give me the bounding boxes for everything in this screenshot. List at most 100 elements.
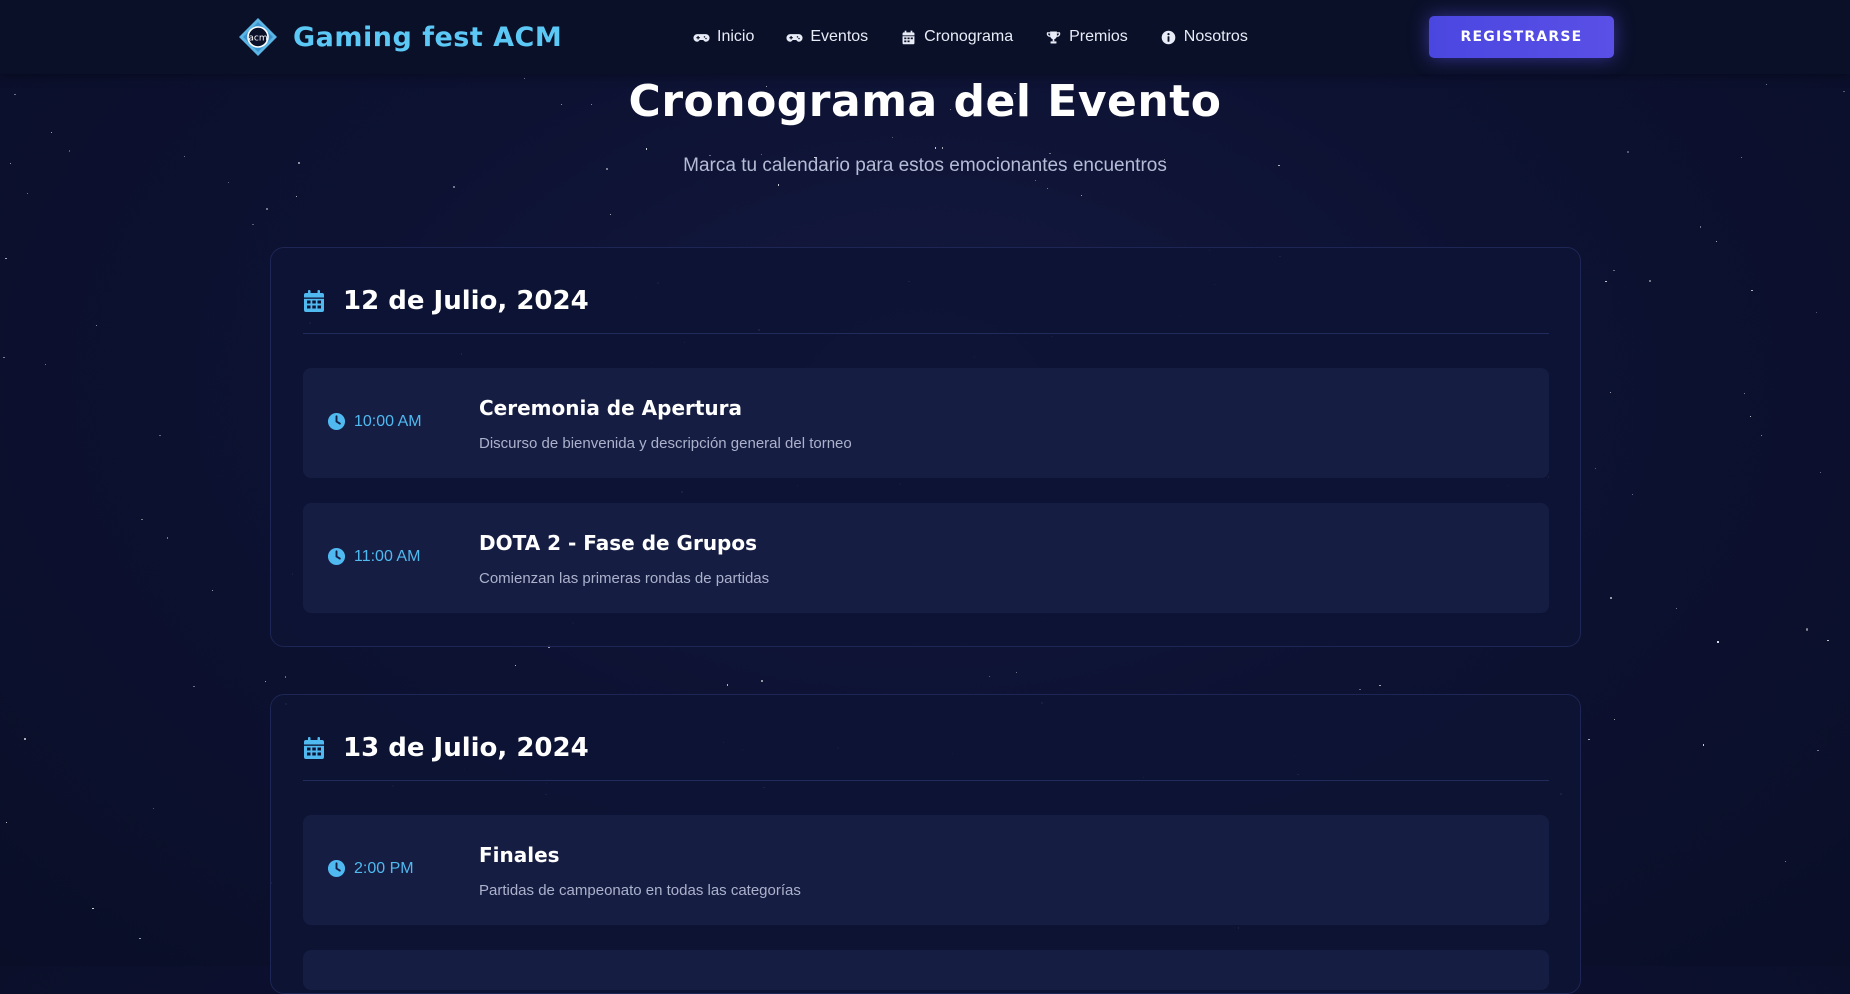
acm-logo-icon: acm <box>239 18 277 56</box>
star <box>295 196 297 198</box>
brand[interactable]: acm Gaming fest ACM <box>237 16 562 58</box>
star <box>1015 671 1018 674</box>
star <box>1080 194 1082 196</box>
event-title: DOTA 2 - Fase de Grupos <box>479 531 758 555</box>
event-time-label: 11:00 AM <box>354 547 421 565</box>
star <box>1717 641 1719 643</box>
nav-link-nosotros[interactable]: Nosotros <box>1160 28 1248 46</box>
star <box>167 537 169 539</box>
star <box>1827 639 1829 641</box>
star <box>1702 744 1705 746</box>
star <box>5 258 7 260</box>
star <box>141 518 143 520</box>
star <box>50 131 53 133</box>
star <box>1649 280 1651 282</box>
calendar-icon <box>304 290 324 312</box>
star <box>1785 861 1787 863</box>
star <box>193 685 195 687</box>
divider <box>303 780 1549 781</box>
star <box>1715 241 1717 243</box>
nav-link-label: Cronograma <box>924 28 1014 45</box>
nav-link-inicio[interactable]: Inicio <box>693 28 754 46</box>
event-item-partial[interactable] <box>303 950 1549 990</box>
star <box>726 684 728 686</box>
star <box>1817 750 1819 752</box>
nav-link-label: Nosotros <box>1183 28 1248 45</box>
star <box>1614 719 1616 721</box>
star <box>1610 597 1612 599</box>
star <box>44 364 46 366</box>
trophy-icon <box>1046 31 1061 43</box>
star <box>761 680 764 683</box>
logo-text: acm <box>248 34 267 44</box>
nav-link-label: Eventos <box>810 28 869 45</box>
star <box>934 147 937 149</box>
day-card: 13 de Julio, 2024 2:00 PM Finales Partid… <box>270 694 1581 994</box>
star <box>1609 391 1612 393</box>
star <box>284 676 286 678</box>
star <box>1594 468 1597 470</box>
nav-links: Inicio Eventos Cronograma Premios Nosotr… <box>693 24 1280 50</box>
event-time: 10:00 AM <box>327 412 422 431</box>
clock-icon <box>327 859 346 878</box>
star <box>778 184 780 186</box>
star <box>646 148 648 150</box>
star <box>1699 226 1701 228</box>
event-title: Finales <box>479 843 560 867</box>
event-description: Comienzan las primeras rondas de partida… <box>479 570 770 587</box>
nav-link-cronograma[interactable]: Cronograma <box>900 28 1013 46</box>
star <box>1035 180 1037 182</box>
star <box>1750 415 1752 418</box>
star <box>212 589 214 592</box>
page-subtitle: Marca tu calendario para estos emocionan… <box>683 155 1167 176</box>
event-time-label: 2:00 PM <box>354 859 414 877</box>
nav-link-label: Inicio <box>717 28 755 45</box>
divider <box>303 333 1549 334</box>
navbar: acm Gaming fest ACM Inicio Eventos Crono… <box>0 0 1850 74</box>
star <box>1626 151 1629 154</box>
star <box>265 208 268 211</box>
star <box>1605 281 1607 283</box>
star <box>1046 187 1049 189</box>
event-description: Discurso de bienvenida y descripción gen… <box>479 435 852 452</box>
star <box>942 147 944 149</box>
event-time: 11:00 AM <box>327 547 420 566</box>
star <box>891 136 893 138</box>
nav-link-eventos[interactable]: Eventos <box>786 28 868 46</box>
event-time-label: 10:00 AM <box>354 412 422 430</box>
event-item[interactable]: 2:00 PM Finales Partidas de campeonato e… <box>303 815 1549 925</box>
star <box>27 192 29 195</box>
star <box>1675 607 1677 609</box>
gamepad-icon <box>786 33 803 42</box>
star <box>452 185 456 189</box>
event-time: 2:00 PM <box>327 859 414 878</box>
star <box>1806 628 1809 631</box>
star <box>1588 738 1590 740</box>
calendar-icon <box>902 30 915 44</box>
star <box>159 434 161 436</box>
day-card: 12 de Julio, 2024 10:00 AM Ceremonia de … <box>270 247 1581 647</box>
star <box>1632 494 1634 496</box>
register-button[interactable]: REGISTRARSE <box>1429 16 1614 58</box>
star <box>1379 685 1381 687</box>
clock-icon <box>327 412 346 431</box>
brand-name: Gaming fest ACM <box>293 21 563 53</box>
event-item[interactable]: 10:00 AM Ceremonia de Apertura Discurso … <box>303 368 1549 478</box>
info-icon <box>1161 30 1176 44</box>
page-title: Cronograma del Evento <box>628 76 1222 127</box>
clock-icon <box>327 547 346 566</box>
star <box>1819 472 1821 474</box>
star <box>5 822 7 824</box>
star <box>139 937 141 940</box>
star <box>264 680 266 682</box>
star <box>1760 434 1763 437</box>
nav-link-premios[interactable]: Premios <box>1045 28 1128 46</box>
star <box>228 182 230 184</box>
event-description: Partidas de campeonato en todas las cate… <box>479 882 801 899</box>
day-date: 12 de Julio, 2024 <box>343 286 589 316</box>
nav-link-label: Premios <box>1069 28 1128 45</box>
star <box>1751 290 1753 292</box>
event-item[interactable]: 11:00 AM DOTA 2 - Fase de Grupos Comienz… <box>303 503 1549 613</box>
star <box>1815 312 1818 314</box>
star <box>69 150 71 152</box>
